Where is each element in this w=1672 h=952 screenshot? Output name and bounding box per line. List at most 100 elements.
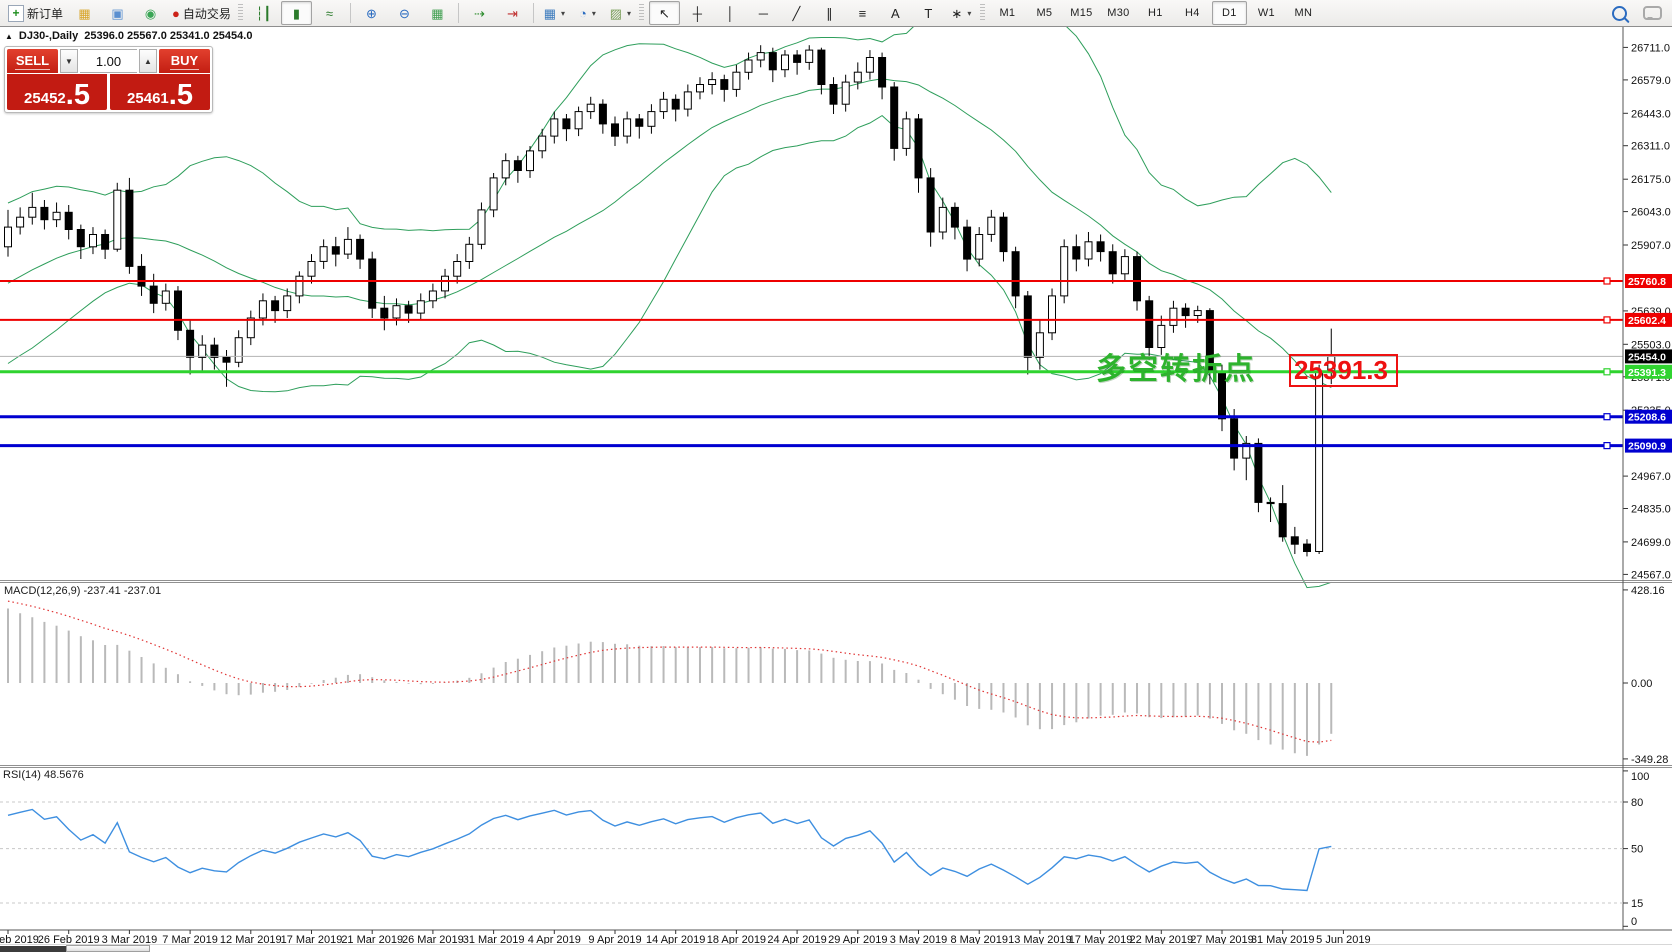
- line-chart-button[interactable]: ≈: [314, 1, 345, 25]
- panel-collapse-icon[interactable]: ▲: [5, 32, 13, 41]
- candle: [757, 45, 764, 67]
- bar-chart-button[interactable]: ┆┃: [248, 1, 279, 25]
- candle: [65, 205, 72, 239]
- candle: [41, 200, 48, 230]
- candle: [369, 252, 376, 318]
- macd-signal-line: [8, 601, 1331, 742]
- autotrading-button[interactable]: ●自动交易: [168, 1, 235, 25]
- buy-button[interactable]: BUY: [159, 49, 210, 73]
- rsi-tick-label: 50: [1631, 844, 1643, 856]
- rsi-tick-label: 0: [1631, 916, 1637, 928]
- candle: [199, 335, 206, 372]
- horizontal-line-button[interactable]: ─: [748, 1, 779, 25]
- arrows-icon: ∗: [951, 7, 962, 20]
- new-chart-dropdown[interactable]: ▦▾: [539, 1, 570, 25]
- price-tick-label: 26043.0: [1631, 207, 1671, 219]
- timeframe-m30-button[interactable]: M30: [1101, 1, 1136, 25]
- candle: [1182, 303, 1189, 328]
- vertical-line-button[interactable]: │: [715, 1, 746, 25]
- label-button[interactable]: T: [913, 1, 944, 25]
- timeframe-h4-button[interactable]: H4: [1175, 1, 1210, 25]
- channel-button[interactable]: ∥: [814, 1, 845, 25]
- timeframe-w1-button[interactable]: W1: [1249, 1, 1284, 25]
- candle: [636, 114, 643, 139]
- hline-handle[interactable]: [1604, 414, 1610, 420]
- cursor-button[interactable]: ↖: [649, 1, 680, 25]
- buy-price-button[interactable]: 25461 .5: [110, 74, 210, 110]
- hline-handle[interactable]: [1604, 443, 1610, 449]
- candle: [272, 296, 279, 323]
- candle: [951, 203, 958, 240]
- text-button[interactable]: A: [880, 1, 911, 25]
- candle: [927, 168, 934, 247]
- chart-annotation-text[interactable]: 多空转折点: [1096, 344, 1256, 388]
- fibonacci-button[interactable]: ≡: [847, 1, 878, 25]
- hline-handle[interactable]: [1604, 278, 1610, 284]
- hline-handle[interactable]: [1604, 317, 1610, 323]
- hline-handle[interactable]: [1604, 369, 1610, 375]
- candle: [235, 330, 242, 367]
- candle: [1097, 235, 1104, 262]
- periods-dropdown[interactable]: ◔▾: [572, 1, 603, 25]
- timeframe-m15-button[interactable]: M15: [1064, 1, 1099, 25]
- search-button[interactable]: [1604, 1, 1635, 25]
- candle: [721, 75, 728, 102]
- price-tick-label: 26711.0: [1631, 42, 1670, 54]
- chart-annotation-price-box[interactable]: 25391.3: [1289, 354, 1398, 387]
- timeframe-m1-button[interactable]: M1: [990, 1, 1025, 25]
- dropdown-caret-icon: ▾: [592, 9, 596, 18]
- zoom-out-button[interactable]: ⊖: [389, 1, 420, 25]
- volume-up-button[interactable]: ▲: [139, 49, 157, 73]
- timeframe-m5-button[interactable]: M5: [1027, 1, 1062, 25]
- timeframe-h1-button[interactable]: H1: [1138, 1, 1173, 25]
- dropdown-caret-icon: ▾: [561, 9, 565, 18]
- auto-scroll-button[interactable]: ⇢: [464, 1, 495, 25]
- candle: [672, 94, 679, 121]
- autotrading-icon: ●: [172, 7, 180, 20]
- candle: [854, 62, 861, 89]
- layouts-icon[interactable]: ▦: [69, 1, 100, 25]
- zoom-in-button[interactable]: ⊕: [356, 1, 387, 25]
- candle: [879, 53, 886, 100]
- layouts-icon-icon: ▦: [78, 7, 90, 20]
- dropdown-caret-icon: ▾: [967, 9, 971, 18]
- profile-icon-icon: ▣: [111, 7, 123, 20]
- templates-dropdown[interactable]: ▨▾: [605, 1, 636, 25]
- symbol-ohlc: 25396.0 25567.0 25341.0 25454.0: [84, 30, 252, 42]
- horizontal-scrollbar[interactable]: [0, 944, 1672, 952]
- rsi-indicator-label: RSI(14) 48.5676: [3, 769, 84, 781]
- new-order-button[interactable]: +新订单: [4, 1, 67, 25]
- candle: [284, 289, 291, 319]
- timeframe-mn-button[interactable]: MN: [1286, 1, 1321, 25]
- scrollbar-thumb[interactable]: [66, 945, 150, 952]
- candle: [90, 227, 97, 254]
- trendline-button[interactable]: ╱: [781, 1, 812, 25]
- tile-windows-button[interactable]: ▦: [422, 1, 453, 25]
- signals-icon-icon: ◉: [145, 7, 156, 20]
- macd-indicator-label: MACD(12,26,9) -237.41 -237.01: [4, 585, 161, 597]
- signals-icon[interactable]: ◉: [135, 1, 166, 25]
- timeframe-d1-button[interactable]: D1: [1212, 1, 1247, 25]
- chart-shift-button[interactable]: ⇥: [497, 1, 528, 25]
- profile-icon[interactable]: ▣: [102, 1, 133, 25]
- candle: [296, 271, 303, 303]
- candle: [818, 48, 825, 95]
- candle: [114, 183, 121, 252]
- candlestick-button[interactable]: ▮: [281, 1, 312, 25]
- sell-price-button[interactable]: 25452 .5: [7, 74, 107, 110]
- arrows-dropdown[interactable]: ∗▾: [946, 1, 977, 25]
- volume-down-button[interactable]: ▼: [60, 49, 78, 73]
- candle: [1012, 247, 1019, 309]
- candle: [660, 92, 667, 119]
- candle: [612, 117, 619, 147]
- candle: [393, 298, 400, 325]
- sell-button[interactable]: SELL: [7, 49, 58, 73]
- candle: [587, 97, 594, 119]
- price-axis: 26711.026579.026443.026311.026175.026043…: [1623, 42, 1672, 581]
- price-line-label: 25208.6: [1628, 412, 1666, 424]
- price-tick-label: 24967.0: [1631, 471, 1671, 483]
- price-tick-label: 25907.0: [1631, 240, 1671, 252]
- crosshair-button[interactable]: ┼: [682, 1, 713, 25]
- chat-button[interactable]: [1637, 1, 1668, 25]
- volume-input[interactable]: [80, 49, 137, 73]
